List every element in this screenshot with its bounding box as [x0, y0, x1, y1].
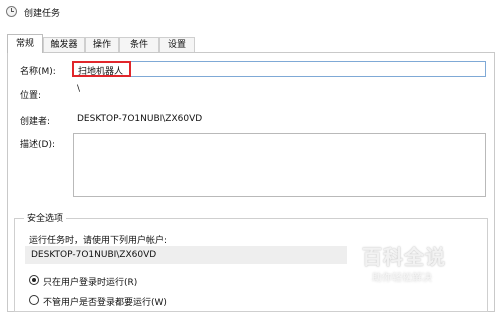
author-value: DESKTOP-7O1NUBI\ZX60VD: [77, 114, 203, 124]
user-account-value: DESKTOP-7O1NUBI\ZX60VD: [31, 250, 157, 260]
tab-actions[interactable]: 操作: [85, 37, 119, 52]
window-title: 创建任务: [24, 9, 61, 19]
tab-strip: 常规 触发器 操作 条件 设置: [0, 34, 500, 53]
tab-triggers[interactable]: 触发器: [43, 37, 85, 52]
name-input[interactable]: 扫地机器人: [73, 61, 486, 77]
description-textarea[interactable]: [73, 133, 486, 197]
security-options-title: 安全选项: [24, 211, 67, 224]
run-as-label: 运行任务时，请使用下列用户帐户:: [29, 236, 168, 246]
description-label: 描述(D):: [20, 140, 55, 150]
watermark-tagline: 助你轻松解决: [372, 273, 432, 284]
location-label: 位置:: [20, 91, 42, 101]
run-only-logged-on-label[interactable]: 只在用户登录时运行(R): [43, 275, 137, 288]
author-label: 创建者:: [20, 117, 51, 127]
run-whether-logged-on-radio[interactable]: [29, 295, 39, 305]
name-highlight-box: [72, 61, 131, 77]
run-whether-logged-on-label[interactable]: 不管用户是否登录都要运行(W): [43, 295, 167, 308]
run-only-logged-on-radio[interactable]: [29, 275, 39, 285]
location-value: \: [77, 84, 81, 94]
tab-settings[interactable]: 设置: [159, 37, 195, 52]
name-label: 名称(M):: [20, 67, 56, 77]
tab-conditions[interactable]: 条件: [119, 37, 159, 52]
title-bar: 创建任务: [0, 0, 500, 24]
watermark-brand: 百科全说: [362, 245, 446, 269]
user-account-field: DESKTOP-7O1NUBI\ZX60VD: [25, 246, 347, 264]
tab-general[interactable]: 常规: [7, 34, 43, 53]
task-scheduler-icon: [6, 6, 17, 17]
